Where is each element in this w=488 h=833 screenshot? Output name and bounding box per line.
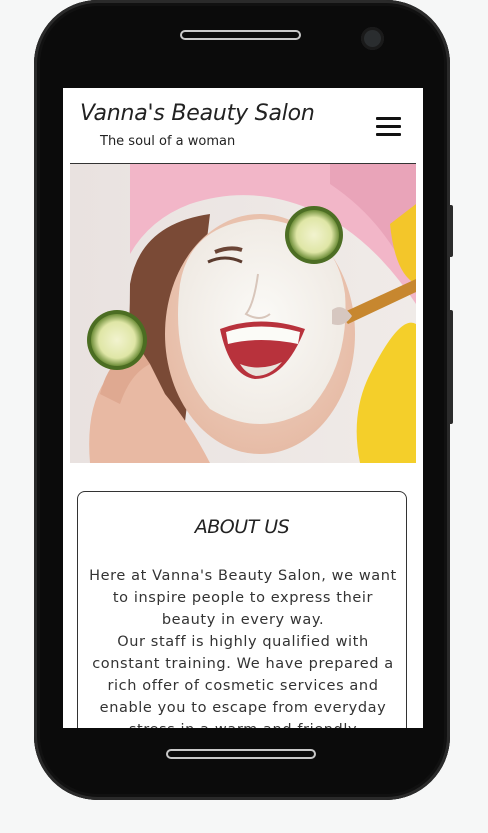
phone-screen: Vanna's Beauty Salon The soul of a woman (63, 88, 423, 728)
about-paragraph-1: Here at Vanna's Beauty Salon, we want to… (89, 568, 397, 628)
menu-bar-top (376, 117, 401, 120)
about-section: ABOUT US Here at Vanna's Beauty Salon, w… (77, 491, 407, 728)
site-tagline: The soul of a woman (100, 134, 236, 149)
earpiece-speaker (180, 30, 301, 40)
menu-bar-middle (376, 125, 401, 128)
site-header: Vanna's Beauty Salon The soul of a woman (63, 88, 423, 163)
about-text: Here at Vanna's Beauty Salon, we want to… (87, 565, 399, 728)
bottom-speaker (166, 749, 316, 759)
front-camera-icon (361, 27, 384, 50)
power-button (447, 310, 453, 424)
menu-bar-bottom (376, 133, 401, 136)
about-paragraph-2: Our staff is highly qualified with const… (92, 634, 394, 728)
hero-image (70, 164, 416, 463)
about-heading: ABOUT US (194, 516, 290, 538)
hamburger-menu-icon[interactable] (373, 114, 403, 138)
volume-button (447, 205, 453, 257)
site-title[interactable]: Vanna's Beauty Salon (80, 101, 315, 126)
